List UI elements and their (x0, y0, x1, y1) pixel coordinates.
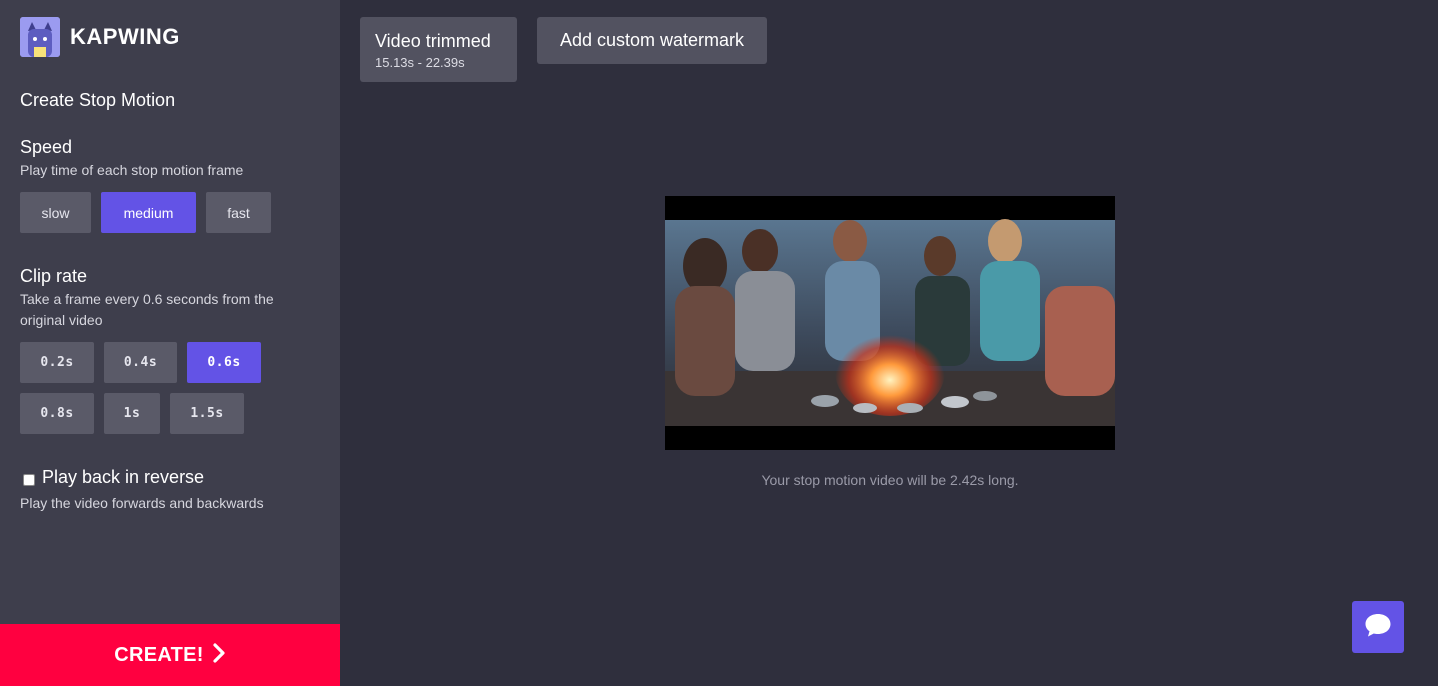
duration-caption: Your stop motion video will be 2.42s lon… (761, 472, 1019, 488)
speed-description: Play time of each stop motion frame (20, 162, 244, 178)
sidebar: KAPWING Create Stop Motion Speed Play ti… (0, 0, 340, 686)
video-trimmed-button[interactable]: Video trimmed 15.13s - 22.39s (360, 17, 517, 82)
clip-rate-0-8s-button[interactable]: 0.8s (20, 393, 94, 434)
trim-range: 15.13s - 22.39s (375, 55, 465, 70)
reverse-description: Play the video forwards and backwards (20, 495, 264, 511)
clip-rate-description: Take a frame every 0.6 seconds from the … (20, 291, 274, 328)
trim-title: Video trimmed (375, 31, 491, 51)
video-frame-image (665, 196, 1115, 450)
chevron-right-icon (212, 642, 226, 668)
sidebar-title: Create Stop Motion (20, 90, 176, 110)
speed-label: Speed (20, 137, 73, 157)
add-watermark-button[interactable]: Add custom watermark (537, 17, 767, 64)
clip-rate-1s-button[interactable]: 1s (104, 393, 160, 434)
clip-rate-1-5s-button[interactable]: 1.5s (170, 393, 244, 434)
chat-bubble-icon (1364, 612, 1392, 643)
chat-button[interactable] (1352, 601, 1404, 653)
clip-rate-0-6s-button[interactable]: 0.6s (187, 342, 261, 383)
clip-rate-label: Clip rate (20, 266, 88, 286)
speed-medium-button[interactable]: medium (101, 192, 196, 233)
speed-slow-button[interactable]: slow (20, 192, 91, 233)
speed-fast-button[interactable]: fast (206, 192, 271, 233)
kapwing-logo-icon (20, 17, 60, 57)
logo[interactable]: KAPWING (20, 17, 180, 57)
clip-rate-0-4s-button[interactable]: 0.4s (104, 342, 177, 383)
create-button[interactable]: CREATE! (0, 624, 340, 686)
reverse-label[interactable]: Play back in reverse (42, 467, 204, 488)
video-preview[interactable] (665, 196, 1115, 450)
reverse-checkbox[interactable] (23, 474, 35, 486)
clip-rate-0-2s-button[interactable]: 0.2s (20, 342, 94, 383)
app-name: KAPWING (70, 24, 180, 49)
create-label: CREATE! (114, 643, 204, 666)
